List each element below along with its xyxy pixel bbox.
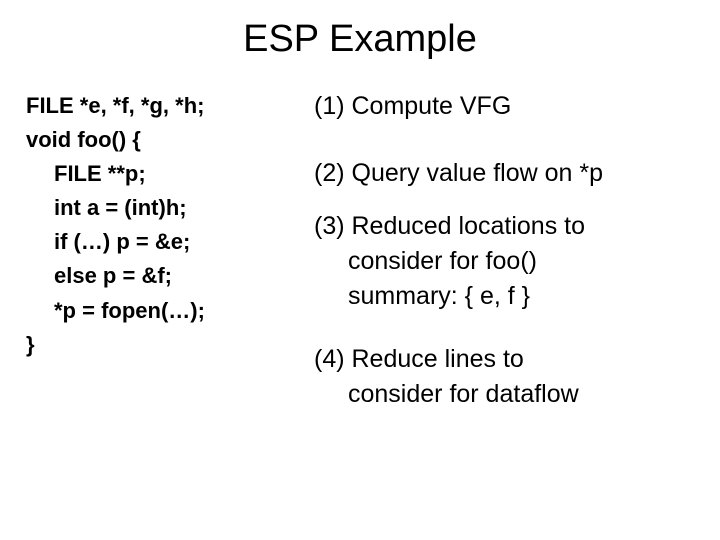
step-4: (4) Reduce lines to consider for dataflo…: [314, 342, 694, 412]
code-line: FILE **p;: [26, 157, 306, 191]
step-2: (2) Query value flow on *p: [314, 156, 694, 191]
step-4-line: (4) Reduce lines to: [314, 342, 694, 377]
code-line: void foo() {: [26, 123, 306, 157]
slide-content: FILE *e, *f, *g, *h; void foo() { FILE *…: [0, 71, 720, 430]
steps-column: (1) Compute VFG (2) Query value flow on …: [306, 89, 694, 430]
step-4-line: consider for dataflow: [314, 377, 694, 412]
slide-title: ESP Example: [0, 0, 720, 71]
code-line: else p = &f;: [26, 259, 306, 293]
step-3-line: (3) Reduced locations to: [314, 209, 694, 244]
step-3-line: summary: { e, f }: [314, 279, 694, 314]
code-line: FILE *e, *f, *g, *h;: [26, 89, 306, 123]
step-1: (1) Compute VFG: [314, 89, 694, 124]
step-3: (3) Reduced locations to consider for fo…: [314, 209, 694, 314]
code-line: }: [26, 328, 306, 362]
code-line: int a = (int)h;: [26, 191, 306, 225]
code-column: FILE *e, *f, *g, *h; void foo() { FILE *…: [26, 89, 306, 430]
step-3-line: consider for foo(): [314, 244, 694, 279]
code-line: if (…) p = &e;: [26, 225, 306, 259]
code-line: *p = fopen(…);: [26, 294, 306, 328]
